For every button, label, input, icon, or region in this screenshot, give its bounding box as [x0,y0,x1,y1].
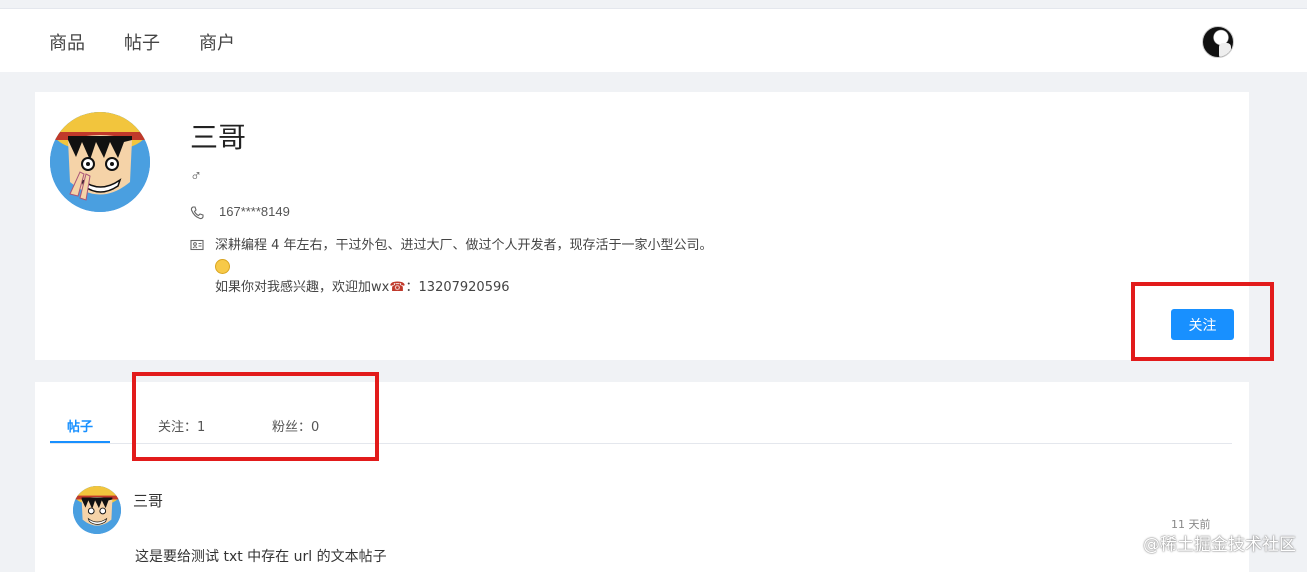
gender-icon: ♂ [190,168,202,185]
luffy-avatar-image [50,112,150,212]
nav-item-merchants[interactable]: 商户 [199,29,235,55]
luffy-avatar-image [73,486,121,534]
profile-avatar [50,112,150,212]
nav-item-products[interactable]: 商品 [49,29,85,55]
follow-button[interactable]: 关注 [1171,309,1234,340]
user-avatar[interactable] [1202,26,1234,58]
profile-card: 三哥 ♂ 167****8149 深耕编程 4 年左右，干过外包、进过大厂、做过… [35,92,1249,360]
phone-number: 167****8149 [219,204,290,219]
phone-icon [190,206,204,220]
id-card-icon [190,239,204,251]
bio-line-1: 深耕编程 4 年左右，干过外包、进过大厂、做过个人开发者，现存活于一家小型公司。 [215,238,713,253]
profile-bio: 深耕编程 4 年左右，干过外包、进过大厂、做过个人开发者，现存活于一家小型公司。… [215,235,713,298]
content-card: 帖子 关注：1 粉丝：0 三哥 11 天前 这是要给测试 txt 中存在 url… [35,382,1249,572]
bio-line-2 [215,256,713,277]
post-author-avatar[interactable] [73,486,121,534]
bio-contact-prefix: 如果你对我感兴趣，欢迎加wx [215,280,390,295]
tab-divider [50,443,1232,444]
post-author-name[interactable]: 三哥 [133,490,163,511]
telephone-receiver-icon: ☎ [389,280,406,295]
grin-emoji-icon [215,259,230,274]
tab-posts[interactable]: 帖子 [67,416,93,435]
top-strip [0,0,1307,8]
bio-contact-suffix: ：13207920596 [405,280,510,295]
top-navbar: 商品 帖子 商户 [0,8,1307,72]
post-content[interactable]: 这是要给测试 txt 中存在 url 的文本帖子 [135,546,387,566]
profile-name: 三哥 [190,121,247,154]
tab-followers[interactable]: 粉丝：0 [272,416,319,435]
bio-line-3: 如果你对我感兴趣，欢迎加wx☎：13207920596 [215,277,713,298]
nav-item-posts[interactable]: 帖子 [124,29,160,55]
tab-following[interactable]: 关注：1 [158,416,205,435]
watermark: @稀土掘金技术社区 [1143,535,1296,555]
